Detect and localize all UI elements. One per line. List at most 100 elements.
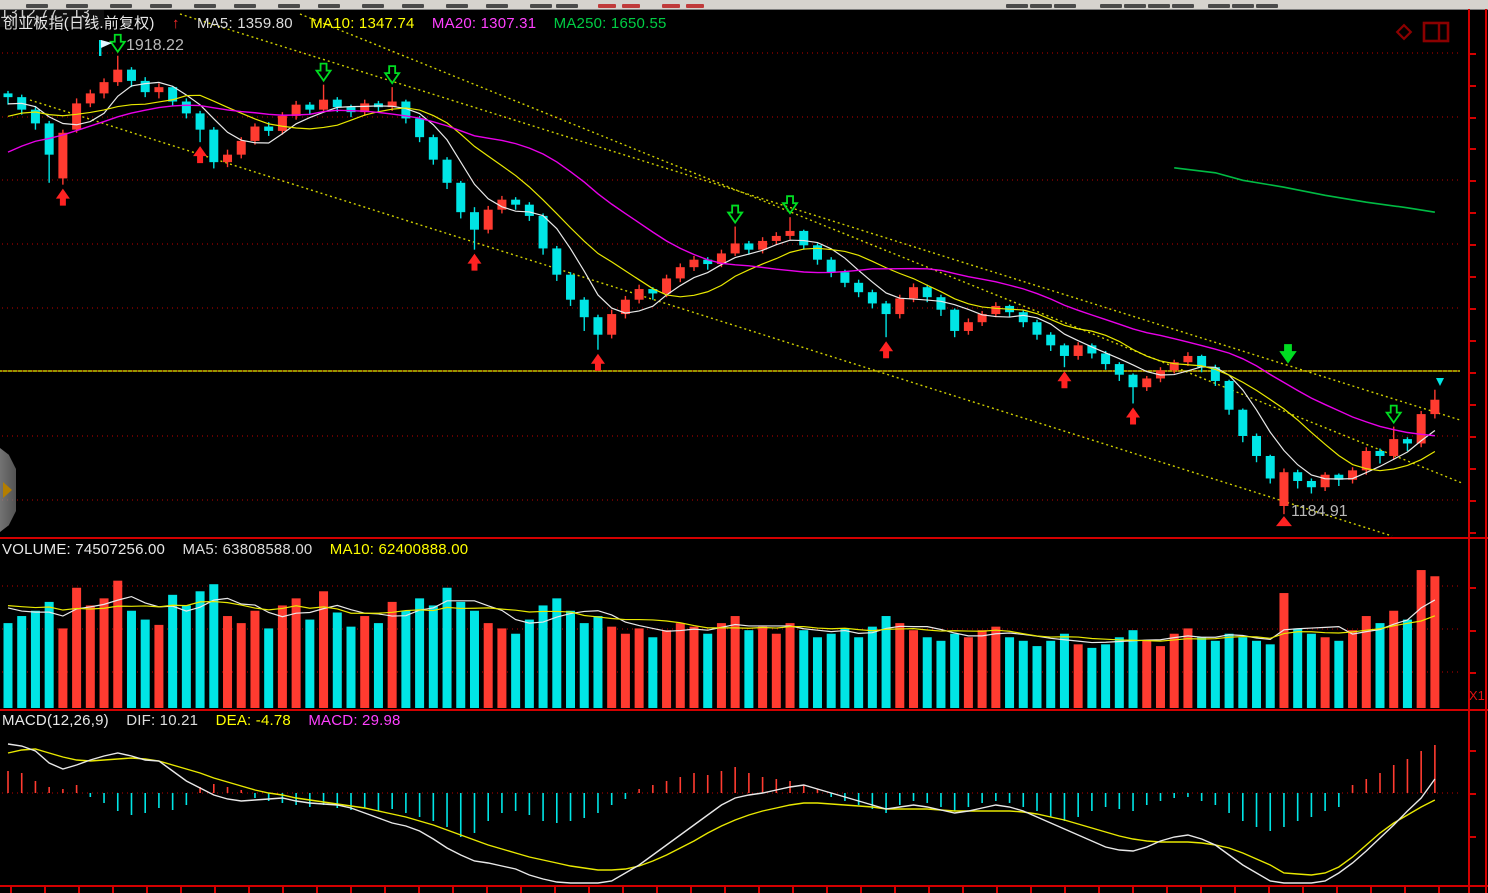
- candle[interactable]: [319, 100, 328, 110]
- candle[interactable]: [882, 303, 891, 314]
- candle[interactable]: [950, 310, 959, 331]
- candle[interactable]: [566, 275, 575, 300]
- volume-bar[interactable]: [978, 630, 987, 708]
- candle[interactable]: [305, 105, 314, 110]
- volume-bar[interactable]: [237, 623, 246, 708]
- candle[interactable]: [1389, 439, 1398, 456]
- volume-bar[interactable]: [196, 591, 205, 708]
- volume-bar[interactable]: [443, 588, 452, 708]
- volume-bar[interactable]: [127, 611, 136, 708]
- volume-bar[interactable]: [895, 623, 904, 708]
- volume-bar[interactable]: [31, 611, 40, 708]
- volume-bar[interactable]: [388, 602, 397, 708]
- volume-bar[interactable]: [470, 611, 479, 708]
- candle[interactable]: [141, 81, 150, 92]
- volume-bar[interactable]: [635, 628, 644, 708]
- candle[interactable]: [1129, 375, 1138, 388]
- volume-bar[interactable]: [1279, 593, 1288, 708]
- volume-bar[interactable]: [1005, 637, 1014, 708]
- volume-bar[interactable]: [415, 598, 424, 708]
- volume-bars[interactable]: [4, 570, 1440, 708]
- candle[interactable]: [1074, 345, 1083, 356]
- volume-bar[interactable]: [333, 613, 342, 708]
- volume-bar[interactable]: [1376, 623, 1385, 708]
- volume-bar[interactable]: [923, 637, 932, 708]
- volume-bar[interactable]: [223, 616, 232, 708]
- volume-bar[interactable]: [1197, 637, 1206, 708]
- candle[interactable]: [868, 292, 877, 303]
- macd-histogram[interactable]: [8, 745, 1435, 837]
- volume-bar[interactable]: [250, 611, 259, 708]
- volume-bar[interactable]: [1321, 637, 1330, 708]
- candle[interactable]: [539, 216, 548, 249]
- volume-bar[interactable]: [1293, 628, 1302, 708]
- volume-bar[interactable]: [401, 611, 410, 708]
- candle[interactable]: [1101, 353, 1110, 364]
- candle[interactable]: [484, 210, 493, 230]
- volume-bar[interactable]: [1403, 620, 1412, 708]
- volume-bar[interactable]: [182, 605, 191, 708]
- volume-bar[interactable]: [100, 598, 109, 708]
- candle[interactable]: [1307, 481, 1316, 487]
- candle[interactable]: [772, 236, 781, 241]
- candle[interactable]: [154, 87, 163, 92]
- candle[interactable]: [909, 287, 918, 298]
- volume-bar[interactable]: [621, 634, 630, 708]
- volume-bar[interactable]: [456, 602, 465, 708]
- candle[interactable]: [429, 137, 438, 160]
- candle[interactable]: [250, 127, 259, 141]
- volume-bar[interactable]: [1334, 641, 1343, 708]
- candle[interactable]: [1060, 345, 1069, 356]
- candle[interactable]: [209, 130, 218, 163]
- volume-bar[interactable]: [525, 620, 534, 708]
- candle[interactable]: [580, 300, 589, 318]
- candle[interactable]: [415, 118, 424, 137]
- volume-bar[interactable]: [717, 623, 726, 708]
- volume-bar[interactable]: [484, 623, 493, 708]
- volume-bar[interactable]: [580, 623, 589, 708]
- volume-bar[interactable]: [676, 623, 685, 708]
- volume-bar[interactable]: [1156, 646, 1165, 708]
- volume-bar[interactable]: [1060, 634, 1069, 708]
- volume-bar[interactable]: [690, 627, 699, 708]
- candle[interactable]: [1403, 439, 1412, 443]
- candle[interactable]: [827, 260, 836, 273]
- volume-bar[interactable]: [264, 628, 273, 708]
- candle[interactable]: [443, 160, 452, 183]
- volume-bar[interactable]: [566, 611, 575, 708]
- candle[interactable]: [690, 260, 699, 268]
- volume-bar[interactable]: [1430, 576, 1439, 708]
- volume-bar[interactable]: [840, 628, 849, 708]
- volume-bar[interactable]: [662, 630, 671, 708]
- candle[interactable]: [799, 231, 808, 245]
- candle[interactable]: [635, 289, 644, 300]
- candle[interactable]: [731, 243, 740, 253]
- candle[interactable]: [456, 183, 465, 212]
- volume-bar[interactable]: [1170, 634, 1179, 708]
- candle[interactable]: [1183, 356, 1192, 362]
- candle[interactable]: [1293, 472, 1302, 481]
- volume-bar[interactable]: [1019, 641, 1028, 708]
- candle[interactable]: [676, 267, 685, 278]
- candle[interactable]: [1046, 335, 1055, 346]
- volume-bar[interactable]: [786, 623, 795, 708]
- volume-bar[interactable]: [827, 634, 836, 708]
- volume-bar[interactable]: [1348, 630, 1357, 708]
- candle[interactable]: [593, 317, 602, 335]
- chart-canvas[interactable]: [0, 0, 1488, 893]
- volume-bar[interactable]: [731, 616, 740, 708]
- candle[interactable]: [1252, 436, 1261, 456]
- candle[interactable]: [552, 248, 561, 274]
- volume-bar[interactable]: [1046, 641, 1055, 708]
- volume-bar[interactable]: [936, 641, 945, 708]
- candle[interactable]: [607, 314, 616, 335]
- candle[interactable]: [237, 141, 246, 155]
- volume-bar[interactable]: [58, 628, 67, 708]
- volume-bar[interactable]: [991, 627, 1000, 708]
- volume-bar[interactable]: [141, 620, 150, 708]
- trend-channel-lines[interactable]: [30, 14, 1462, 536]
- candle[interactable]: [525, 205, 534, 216]
- volume-bar[interactable]: [854, 637, 863, 708]
- candle[interactable]: [786, 231, 795, 236]
- candle[interactable]: [1225, 381, 1234, 410]
